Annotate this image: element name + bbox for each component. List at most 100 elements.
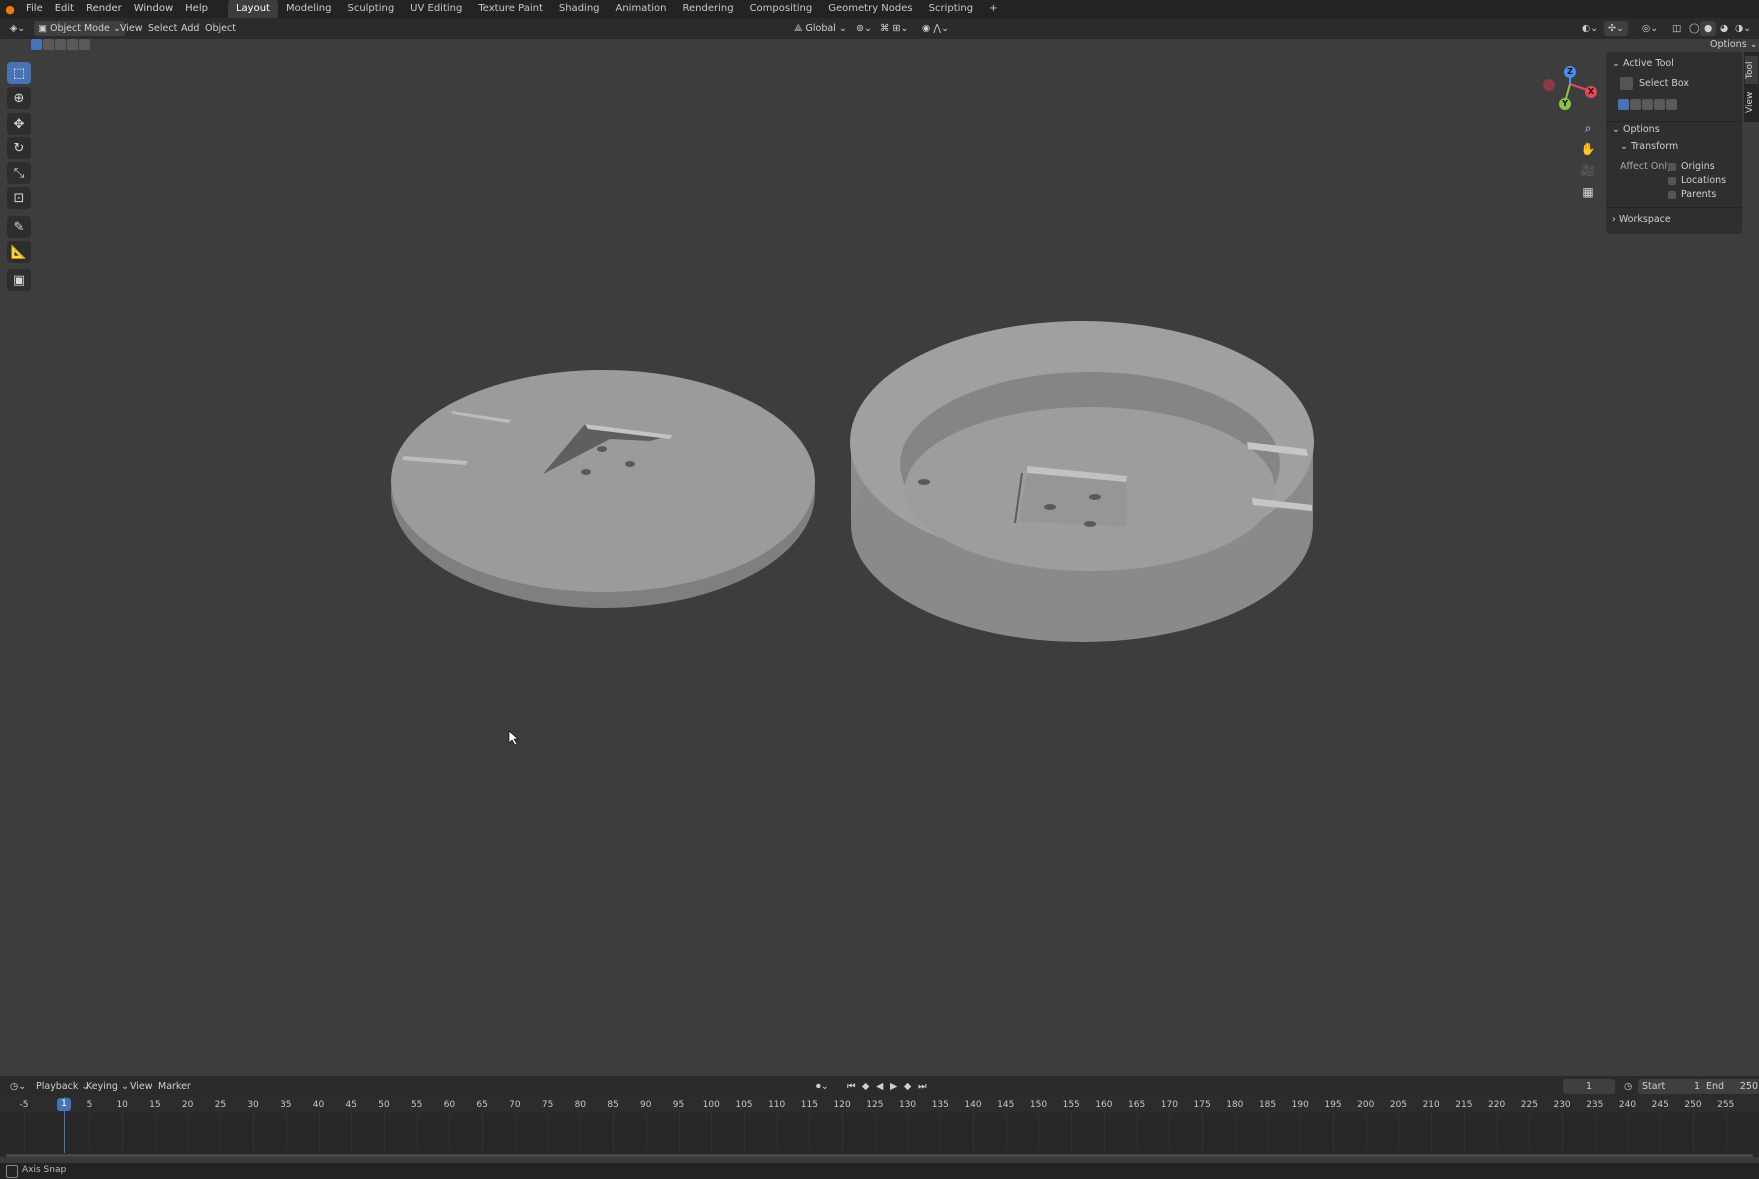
select-intersect-icon[interactable]	[67, 39, 78, 50]
workspace-header[interactable]: › Workspace	[1612, 212, 1671, 228]
snap-icon[interactable]: ⌘ ⊞⌄	[876, 21, 912, 36]
select-invert-icon[interactable]	[79, 39, 90, 50]
menu-object[interactable]: Object	[201, 21, 240, 36]
transform-header[interactable]: ⌄ Transform	[1620, 139, 1678, 155]
solid-shading-icon[interactable]: ●	[1700, 21, 1717, 36]
menu-window[interactable]: Window	[128, 0, 179, 18]
select-new-icon[interactable]	[31, 39, 42, 50]
base-object[interactable]	[850, 321, 1314, 642]
perspective-grid-icon[interactable]: ▦	[1578, 183, 1598, 201]
add-cube-tool-icon[interactable]: ▣	[7, 269, 31, 291]
frame-label: 10	[116, 1100, 128, 1110]
frame-gridline	[1594, 1113, 1596, 1151]
menu-view[interactable]: View	[116, 21, 147, 36]
blender-logo-icon[interactable]: ●	[0, 3, 20, 16]
neg-x-axis-dot[interactable]	[1543, 79, 1555, 91]
mode-dropdown[interactable]: ▣ Object Mode ⌄	[34, 21, 125, 36]
menu-help[interactable]: Help	[179, 0, 214, 18]
frame-gridline	[24, 1113, 25, 1151]
panel-select-extend-icon[interactable]	[1630, 99, 1641, 110]
camera-view-icon[interactable]: 🎥	[1578, 161, 1598, 179]
rendered-shading-icon[interactable]: ◑⌄	[1731, 21, 1755, 36]
y-axis-dot[interactable]: Y	[1559, 98, 1571, 110]
frame-gridline	[940, 1113, 942, 1151]
scale-tool-icon[interactable]: ⤡	[7, 162, 31, 184]
timeline-area[interactable]: -5 5 10 15 20 25 30 35 40 45 50 55 60 65 70 75 80 85 90 95 1…	[0, 1097, 1759, 1157]
editor-type-icon[interactable]: ◈⌄	[6, 21, 29, 36]
active-tool-header[interactable]: ⌄ Active Tool	[1612, 56, 1674, 72]
options-header[interactable]: ⌄ Options	[1612, 122, 1660, 138]
timeline-menu-view[interactable]: View	[126, 1079, 157, 1094]
tab-uv-editing[interactable]: UV Editing	[402, 0, 470, 18]
transform-tool-icon[interactable]: ⊡	[7, 187, 31, 209]
tab-layout[interactable]: Layout	[227, 0, 278, 18]
frame-label: 160	[1095, 1100, 1113, 1110]
active-tool-row[interactable]: Select Box	[1620, 76, 1689, 92]
cursor-tool-icon[interactable]: ⊕	[7, 87, 31, 109]
lid-object[interactable]	[391, 370, 815, 608]
overlay-icon[interactable]: ◎⌄	[1638, 21, 1662, 36]
menu-render[interactable]: Render	[80, 0, 128, 18]
xray-icon[interactable]: ◫	[1668, 21, 1685, 36]
x-axis-dot[interactable]: X	[1585, 86, 1597, 98]
add-workspace-button[interactable]: +	[981, 0, 1005, 18]
tab-sculpting[interactable]: Sculpting	[339, 0, 402, 18]
preview-range-icon[interactable]: ◷	[1620, 1079, 1636, 1094]
viewport-scene[interactable]	[0, 39, 1759, 1076]
material-shading-icon[interactable]: ◕	[1716, 21, 1732, 36]
frame-label: 25	[214, 1100, 227, 1110]
tab-animation[interactable]: Animation	[608, 0, 675, 18]
3d-viewport[interactable]	[0, 39, 1759, 1076]
tab-rendering[interactable]: Rendering	[674, 0, 741, 18]
timeline-scrollbar[interactable]	[6, 1154, 1753, 1157]
jump-end-icon[interactable]: ⏭	[914, 1079, 931, 1094]
tab-tool[interactable]: Tool	[1745, 56, 1758, 84]
parents-checkbox[interactable]: Parents	[1668, 187, 1716, 203]
select-extend-icon[interactable]	[43, 39, 54, 50]
navigation-gizmo[interactable]: Z X Y	[1530, 62, 1600, 122]
proportional-edit-icon[interactable]: ◉ ⋀⌄	[918, 21, 953, 36]
frame-label: 195	[1324, 1100, 1342, 1110]
frame-label: 115	[800, 1100, 818, 1110]
tab-texture-paint[interactable]: Texture Paint	[470, 0, 551, 18]
tab-modeling[interactable]: Modeling	[278, 0, 340, 18]
timeline-editor-type-icon[interactable]: ◷⌄	[6, 1079, 30, 1094]
panel-select-invert-icon[interactable]	[1666, 99, 1677, 110]
gizmo-toggle-icon[interactable]: ✣⌄	[1604, 21, 1628, 36]
tab-scripting[interactable]: Scripting	[921, 0, 981, 18]
options-dropdown[interactable]: Options ⌄	[1710, 39, 1758, 50]
current-frame-field[interactable]: 1	[1563, 1079, 1615, 1094]
select-box-tool-icon[interactable]: ⬚	[7, 62, 31, 84]
panel-select-subtract-icon[interactable]	[1642, 99, 1653, 110]
menu-select[interactable]: Select	[144, 21, 181, 36]
move-tool-icon[interactable]: ✥	[7, 113, 31, 135]
visibility-icon[interactable]: ◐⌄	[1578, 21, 1602, 36]
pivot-icon[interactable]: ⊚⌄	[852, 21, 876, 36]
pan-hand-icon[interactable]: ✋	[1578, 140, 1598, 158]
playhead-marker[interactable]: 1	[57, 1098, 71, 1111]
z-axis-dot[interactable]: Z	[1564, 66, 1576, 78]
frame-label: 85	[607, 1100, 619, 1110]
frame-label: 220	[1488, 1100, 1506, 1110]
orientation-dropdown[interactable]: ⟁ Global ⌄	[790, 21, 851, 36]
tab-view[interactable]: View	[1745, 88, 1758, 116]
tab-geometry-nodes[interactable]: Geometry Nodes	[820, 0, 920, 18]
annotate-tool-icon[interactable]: ✎	[7, 216, 31, 238]
select-subtract-icon[interactable]	[55, 39, 66, 50]
zoom-icon[interactable]: ⌕	[1578, 119, 1598, 137]
menu-add[interactable]: Add	[177, 21, 203, 36]
record-button-icon[interactable]: ⏺⌄	[812, 1079, 833, 1094]
end-frame-field[interactable]: End 250	[1702, 1079, 1759, 1094]
tab-shading[interactable]: Shading	[551, 0, 608, 18]
menu-file[interactable]: File	[20, 0, 49, 18]
menu-edit[interactable]: Edit	[49, 0, 80, 18]
measure-tool-icon[interactable]: 📐	[7, 241, 31, 263]
active-tool-label: Active Tool	[1622, 58, 1674, 69]
menu-marker[interactable]: Marker	[154, 1079, 195, 1094]
frame-ruler[interactable]: -5 5 10 15 20 25 30 35 40 45 50 55 60 65 70 75 80 85 90 95 1…	[0, 1097, 1759, 1113]
rotate-tool-icon[interactable]: ↻	[7, 137, 31, 159]
tab-compositing[interactable]: Compositing	[742, 0, 821, 18]
panel-select-intersect-icon[interactable]	[1654, 99, 1665, 110]
start-frame-field[interactable]: Start 1	[1638, 1079, 1704, 1094]
panel-select-new-icon[interactable]	[1618, 99, 1629, 110]
